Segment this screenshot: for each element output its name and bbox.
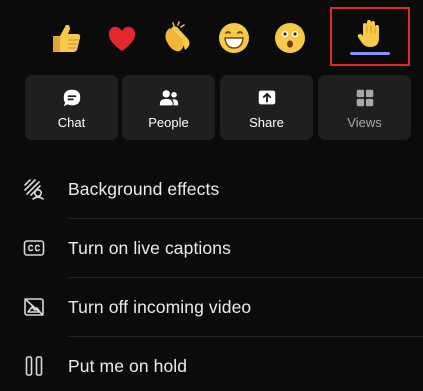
heart-reaction-button[interactable] — [102, 18, 142, 58]
selected-reaction-indicator — [350, 52, 390, 55]
share-icon — [258, 90, 275, 105]
raise-hand-button[interactable] — [350, 14, 390, 54]
heart-icon — [108, 26, 136, 51]
surprised-face-icon — [275, 23, 305, 53]
views-label: Views — [347, 115, 382, 130]
clapping-reaction-button[interactable] — [158, 18, 198, 58]
meeting-more-actions-panel: Chat People Share Views Background effec… — [0, 0, 423, 391]
hold-label: Put me on hold — [68, 355, 188, 376]
closed-captions-icon — [23, 240, 45, 256]
clapping-hands-icon — [165, 21, 190, 52]
chat-button[interactable]: Chat — [25, 75, 118, 140]
people-label: People — [148, 115, 189, 130]
pause-icon — [25, 356, 43, 376]
thumbs-up-reaction-button[interactable] — [46, 18, 86, 58]
live-captions-item[interactable]: Turn on live captions — [0, 219, 423, 277]
laugh-reaction-button[interactable] — [214, 18, 254, 58]
views-button[interactable]: Views — [318, 75, 411, 140]
background-effects-label: Background effects — [68, 178, 220, 199]
people-button[interactable]: People — [122, 75, 215, 140]
people-icon — [159, 90, 178, 106]
surprised-reaction-button[interactable] — [270, 18, 310, 58]
thumbs-up-icon — [53, 24, 81, 52]
background-effects-item[interactable]: Background effects — [0, 160, 423, 218]
video-off-icon — [24, 298, 44, 316]
live-captions-label: Turn on live captions — [68, 237, 231, 258]
reactions-bar — [0, 0, 423, 70]
laughing-face-icon — [219, 23, 249, 53]
incoming-video-item[interactable]: Turn off incoming video — [0, 278, 423, 336]
chat-label: Chat — [57, 115, 86, 130]
hold-item[interactable]: Put me on hold — [0, 337, 423, 391]
chat-icon — [63, 89, 80, 107]
background-effects-icon — [24, 179, 44, 200]
views-icon — [356, 89, 373, 107]
share-button[interactable]: Share — [220, 75, 313, 140]
share-label: Share — [249, 115, 284, 130]
incoming-video-label: Turn off incoming video — [68, 296, 252, 317]
raise-hand-icon — [357, 20, 379, 47]
